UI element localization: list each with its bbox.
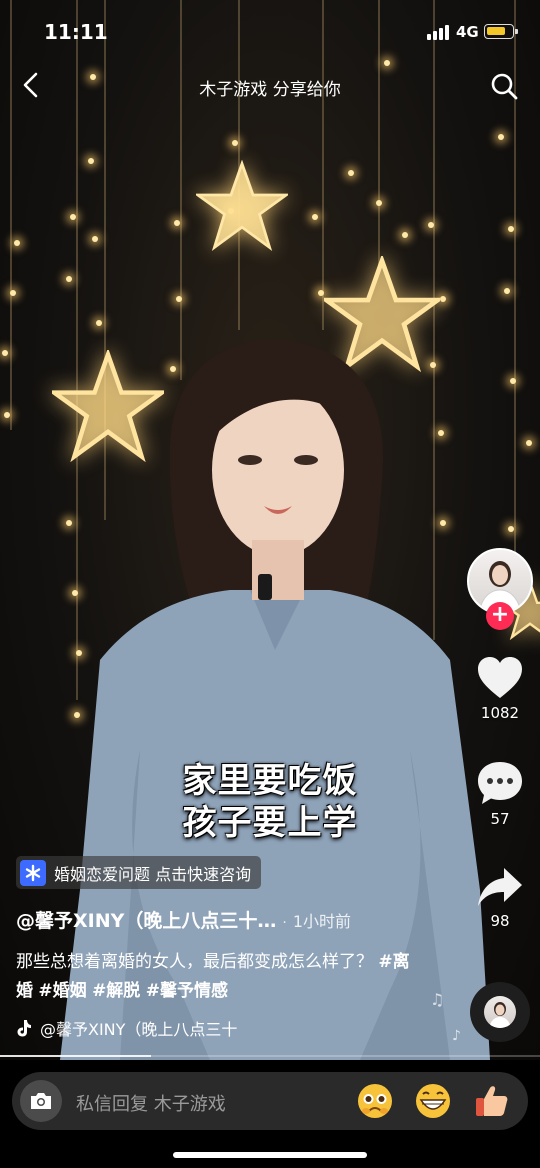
post-description[interactable]: 那些总想着离婚的女人，最后都变成怎么样了？ #离婚 #婚姻 #解脱 #馨予情感 — [16, 948, 416, 1006]
author-name[interactable]: @馨予XINY（晚上八点三十… — [16, 906, 276, 933]
search-button[interactable] — [488, 70, 520, 102]
status-bar: 11:11 4G — [0, 0, 540, 60]
music-title: @馨予XINY（晚上八点三十 — [40, 1020, 238, 1039]
like-count: 1082 — [480, 704, 520, 722]
hashtag[interactable]: #解脱 — [92, 981, 140, 1001]
separator-dot: · — [282, 915, 287, 931]
heart-icon — [478, 657, 522, 698]
caption-line: 孩子要上学 — [182, 803, 358, 843]
video-caption: 家里要吃饭 孩子要上学 — [0, 760, 540, 844]
disc-cover — [484, 996, 516, 1028]
promo-text: 婚姻恋爱问题 点击快速咨询 — [54, 864, 252, 884]
camera-icon — [31, 1093, 51, 1109]
share-button[interactable]: 98 — [465, 866, 535, 930]
grin-emoji-button[interactable] — [414, 1082, 452, 1120]
hashtag[interactable]: #婚姻 — [38, 981, 86, 1001]
search-icon — [491, 73, 518, 100]
consult-promo-tag[interactable]: 婚姻恋爱问题 点击快速咨询 — [16, 856, 262, 889]
like-button[interactable]: 1082 — [465, 656, 535, 722]
home-indicator — [173, 1152, 367, 1158]
signal-icon — [427, 24, 449, 40]
post-time: 1小时前 — [292, 912, 352, 931]
reply-input-bar[interactable]: 私信回复 木子游戏 — [12, 1072, 528, 1130]
status-time: 11:11 — [44, 20, 108, 44]
video-progress[interactable] — [0, 1055, 540, 1057]
video-background[interactable] — [0, 0, 540, 1060]
music-row[interactable]: @馨予XINY（晚上八点三十 — [16, 1016, 316, 1040]
tiktok-icon — [17, 1020, 31, 1037]
music-note-icon: ♪ — [452, 1028, 461, 1044]
share-source-title[interactable]: 木子游戏 分享给你 — [0, 75, 540, 100]
share-icon — [478, 868, 522, 906]
light-strand — [10, 0, 12, 430]
progress-fill — [0, 1055, 152, 1057]
music-note-icon: ♫ — [430, 990, 445, 1009]
music-disc[interactable] — [470, 982, 530, 1042]
asterisk-icon — [20, 859, 46, 886]
hashtag[interactable]: #馨予情感 — [146, 981, 228, 1001]
author-row: @馨予XINY（晚上八点三十… · 1小时前 — [16, 906, 416, 933]
star-light — [196, 160, 288, 251]
camera-button[interactable] — [20, 1080, 62, 1122]
share-count: 98 — [490, 912, 510, 930]
thumbs-up-emoji-button[interactable] — [472, 1082, 510, 1120]
follow-button[interactable]: + — [486, 602, 514, 630]
description-text: 那些总想着离婚的女人，最后都变成怎么样了？ — [16, 952, 373, 972]
network-type: 4G — [456, 23, 479, 41]
reply-placeholder: 私信回复 木子游戏 — [76, 1094, 226, 1115]
battery-icon — [484, 24, 518, 39]
pleading-emoji-button[interactable] — [356, 1082, 394, 1120]
caption-line: 家里要吃饭 — [182, 761, 358, 801]
